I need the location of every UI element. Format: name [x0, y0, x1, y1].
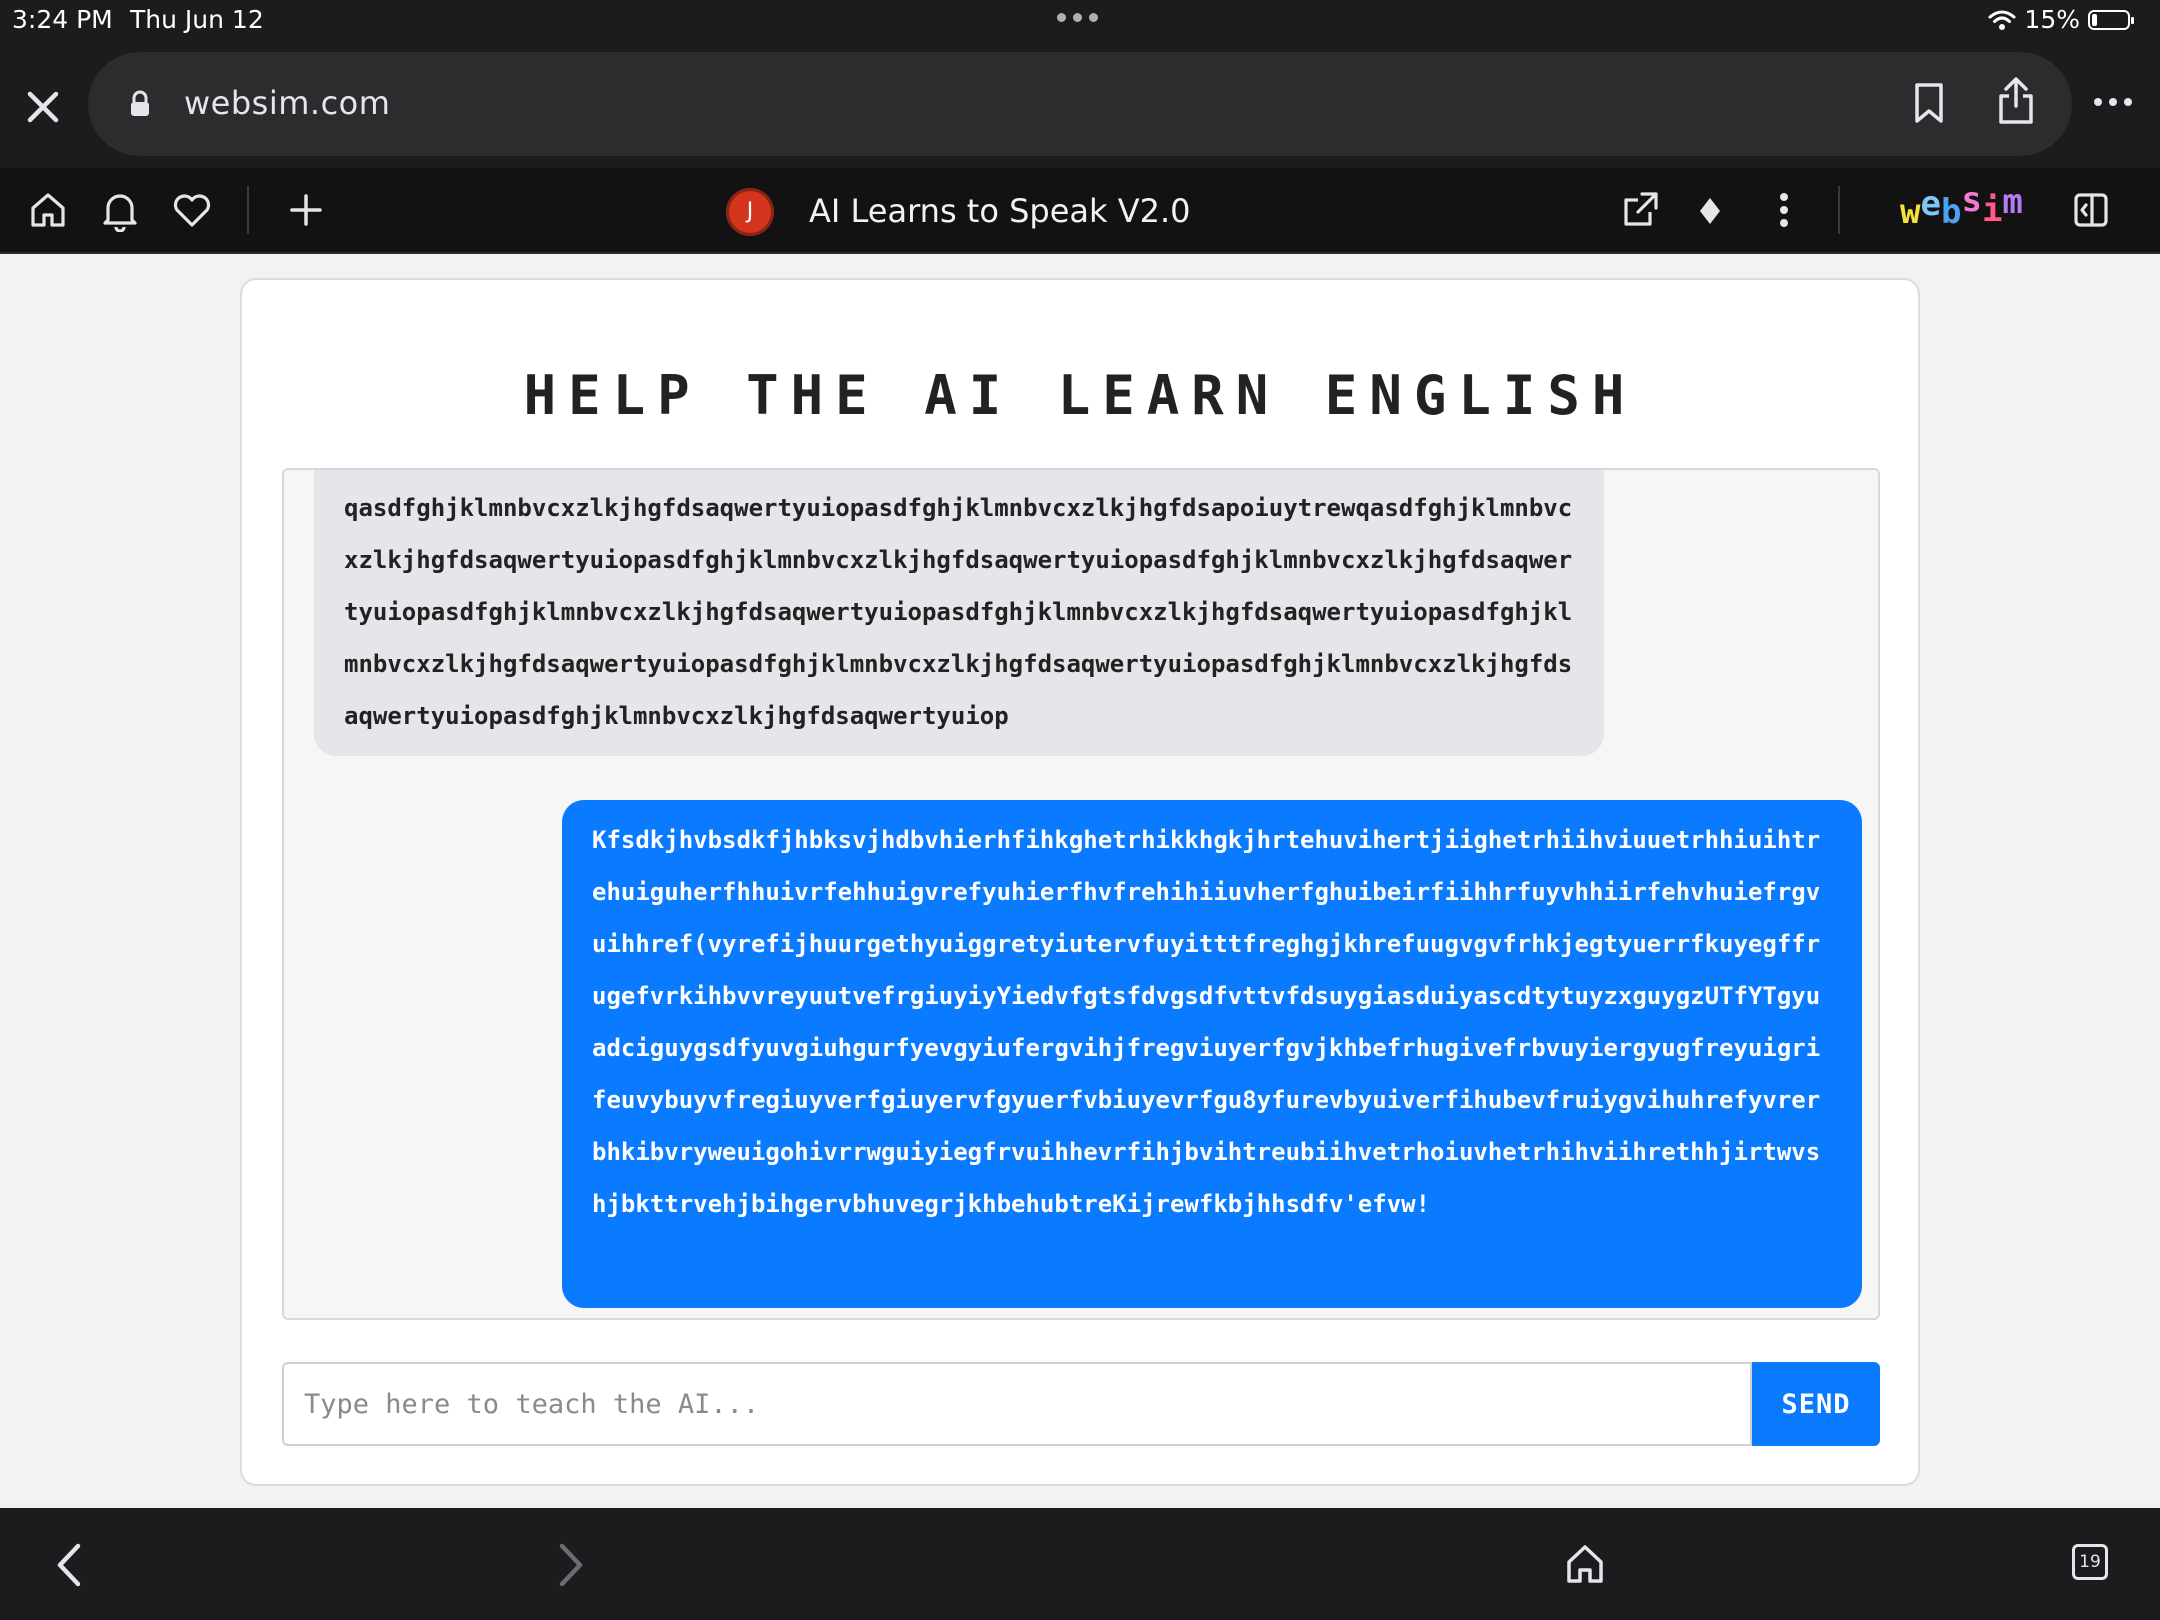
logo-letter: i [1981, 190, 2003, 230]
open-external-icon[interactable] [1620, 190, 1660, 230]
logo-letter: e [1920, 184, 1941, 224]
user-message-text: Kfsdkjhvbsdkfjhbksvjhdbvhierhfihkghetrhi… [592, 826, 1821, 1218]
logo-letter: s [1961, 180, 1982, 220]
toolbar-divider [247, 186, 249, 234]
ai-message-bubble: asdfghjklmnbvcxzlkjhgfdsaqwertyuiopoiuyt… [314, 470, 1604, 756]
logo-letter: b [1940, 192, 1962, 232]
kebab-menu-icon[interactable] [1772, 190, 1796, 230]
send-button[interactable]: SEND [1752, 1362, 1880, 1446]
plus-icon[interactable] [288, 190, 324, 230]
ai-message-text: asdfghjklmnbvcxzlkjhgfdsaqwertyuiopoiuyt… [344, 494, 1573, 730]
chat-window[interactable]: asdfghjklmnbvcxzlkjhgfdsaqwertyuiopoiuyt… [282, 468, 1880, 1320]
websim-toolbar: J AI Learns to Speak V2.0 websim [0, 168, 2160, 254]
battery-percent: 15% [2024, 5, 2080, 34]
status-date: Thu Jun 12 [130, 5, 264, 34]
address-bar[interactable]: websim.com [88, 52, 2072, 156]
wifi-icon [1988, 10, 2016, 30]
avatar[interactable]: J [726, 188, 774, 236]
heart-icon[interactable] [171, 190, 213, 230]
bookmark-icon[interactable] [1912, 82, 1946, 124]
message-composer: SEND [282, 1362, 1880, 1446]
sidebar-toggle-icon[interactable] [2072, 190, 2110, 230]
diamond-icon[interactable] [1698, 196, 1722, 226]
app-card: HELP THE AI LEARN ENGLISH asdfghjklmnbvc… [240, 278, 1920, 1486]
home-icon[interactable] [28, 190, 68, 230]
lock-icon [131, 90, 149, 116]
page-title: HELP THE AI LEARN ENGLISH [523, 364, 1637, 427]
status-bar: 3:24 PM Thu Jun 12 15% [0, 0, 2160, 40]
forward-arrow-icon[interactable] [556, 1542, 588, 1588]
bell-icon[interactable] [100, 190, 140, 232]
more-options-icon[interactable] [2094, 98, 2132, 106]
back-arrow-icon[interactable] [52, 1542, 84, 1588]
status-time: 3:24 PM [12, 5, 113, 34]
toolbar-divider [1838, 186, 1840, 234]
browser-url-row: websim.com [0, 40, 2160, 168]
url-text: websim.com [184, 84, 391, 122]
logo-letter: w [1900, 192, 1921, 232]
logo-letter: m [2002, 182, 2023, 222]
tab-count-badge[interactable]: 19 [2072, 1544, 2108, 1580]
browser-bottom-toolbar: 19 [0, 1508, 2160, 1620]
teach-input[interactable] [282, 1362, 1752, 1446]
project-title: AI Learns to Speak V2.0 [809, 192, 1191, 230]
websim-logo[interactable]: websim [1900, 180, 2023, 232]
close-icon[interactable] [22, 86, 64, 128]
share-icon[interactable] [1996, 76, 2036, 126]
multitasking-dots-icon[interactable] [1057, 13, 1098, 22]
status-right: 15% [1988, 5, 2134, 34]
user-message-bubble: Kfsdkjhvbsdkfjhbksvjhdbvhierhfihkghetrhi… [562, 800, 1862, 1308]
battery-icon [2088, 9, 2134, 30]
home-icon[interactable] [1564, 1542, 1606, 1586]
